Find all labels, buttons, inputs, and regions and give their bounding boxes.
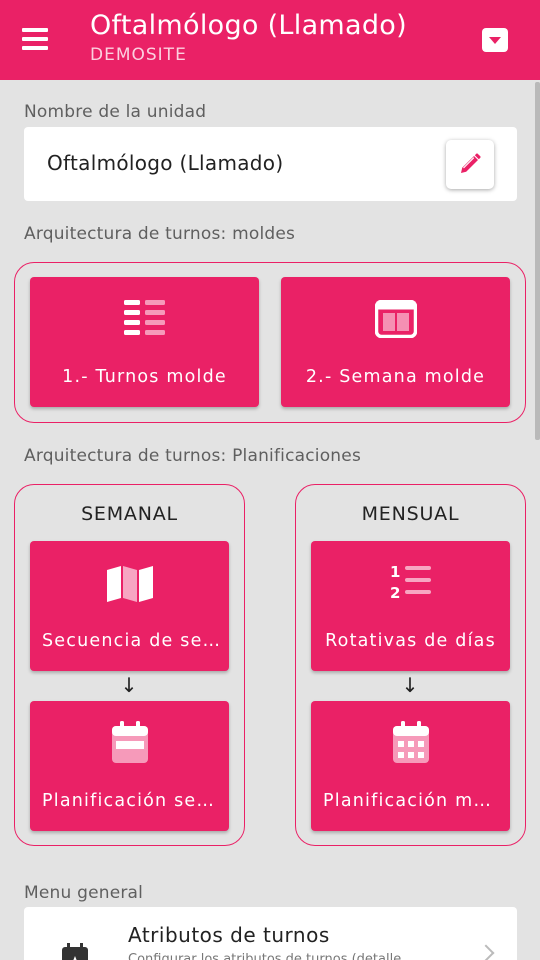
menu-item-title: Atributos de turnos <box>128 923 330 947</box>
list-icon <box>124 300 165 335</box>
unit-name-value: Oftalmólogo (Llamado) <box>47 151 284 175</box>
dropdown-toggle-icon[interactable] <box>482 28 508 52</box>
unit-name-label: Nombre de la unidad <box>24 102 207 122</box>
tile-label: 1.- Turnos molde <box>62 367 227 387</box>
molds-section-label: Arquitectura de turnos: moldes <box>24 224 296 244</box>
molds-group: 1.- Turnos molde 2.- Semana molde <box>14 262 526 423</box>
arrow-down-icon: ↓ <box>401 673 419 697</box>
tile-label: Planificación se… <box>42 791 216 811</box>
tile-secuencia-semanas[interactable]: Secuencia de se… <box>30 541 229 671</box>
tile-label: Planificación m… <box>323 791 493 811</box>
chevron-right-icon <box>477 944 495 960</box>
pencil-icon <box>461 153 481 173</box>
arrow-down-icon: ↓ <box>120 673 138 697</box>
calendar-month-icon <box>393 721 429 763</box>
menu-item-atributos-turnos[interactable]: Atributos de turnos Configurar los atrib… <box>24 907 517 960</box>
scrollbar[interactable] <box>535 82 540 440</box>
unit-name-card: Oftalmólogo (Llamado) <box>24 127 517 201</box>
plans-section-label: Arquitectura de turnos: Planificaciones <box>24 446 362 466</box>
tile-semana-molde[interactable]: 2.- Semana molde <box>281 277 510 407</box>
svg-text:1: 1 <box>390 563 400 581</box>
edit-button[interactable] <box>446 140 494 189</box>
monthly-title: MENSUAL <box>361 503 460 525</box>
weekly-title: SEMANAL <box>81 503 178 525</box>
ordered-list-icon: 1 2 <box>390 563 431 601</box>
menu-item-description: Configurar los atributos de turnos (deta… <box>128 952 402 960</box>
map-icon <box>107 566 153 602</box>
svg-text:2: 2 <box>390 584 400 601</box>
calendar-star-icon <box>62 943 88 960</box>
tile-turnos-molde[interactable]: 1.- Turnos molde <box>30 277 259 407</box>
tile-label: Rotativas de días <box>325 631 496 651</box>
tile-rotativas-dias[interactable]: 1 2 Rotativas de días <box>311 541 510 671</box>
tile-label: 2.- Semana molde <box>305 367 486 387</box>
tile-planificacion-mensual[interactable]: Planificación m… <box>311 701 510 831</box>
site-name: DEMOSITE <box>90 45 187 65</box>
general-menu-label: Menu general <box>24 883 144 903</box>
hamburger-menu-icon[interactable] <box>22 28 50 52</box>
monthly-group: MENSUAL 1 2 Rotativas de días ↓ Planific… <box>295 484 526 846</box>
calendar-week-icon <box>112 721 148 763</box>
app-bar: Oftalmólogo (Llamado) DEMOSITE <box>0 0 540 80</box>
weekly-group: SEMANAL Secuencia de se… ↓ Planificación… <box>14 484 245 846</box>
tile-planificacion-semanal[interactable]: Planificación se… <box>30 701 229 831</box>
window-columns-icon <box>375 300 417 338</box>
tile-label: Secuencia de se… <box>42 631 221 651</box>
page-title: Oftalmólogo (Llamado) <box>90 10 407 41</box>
